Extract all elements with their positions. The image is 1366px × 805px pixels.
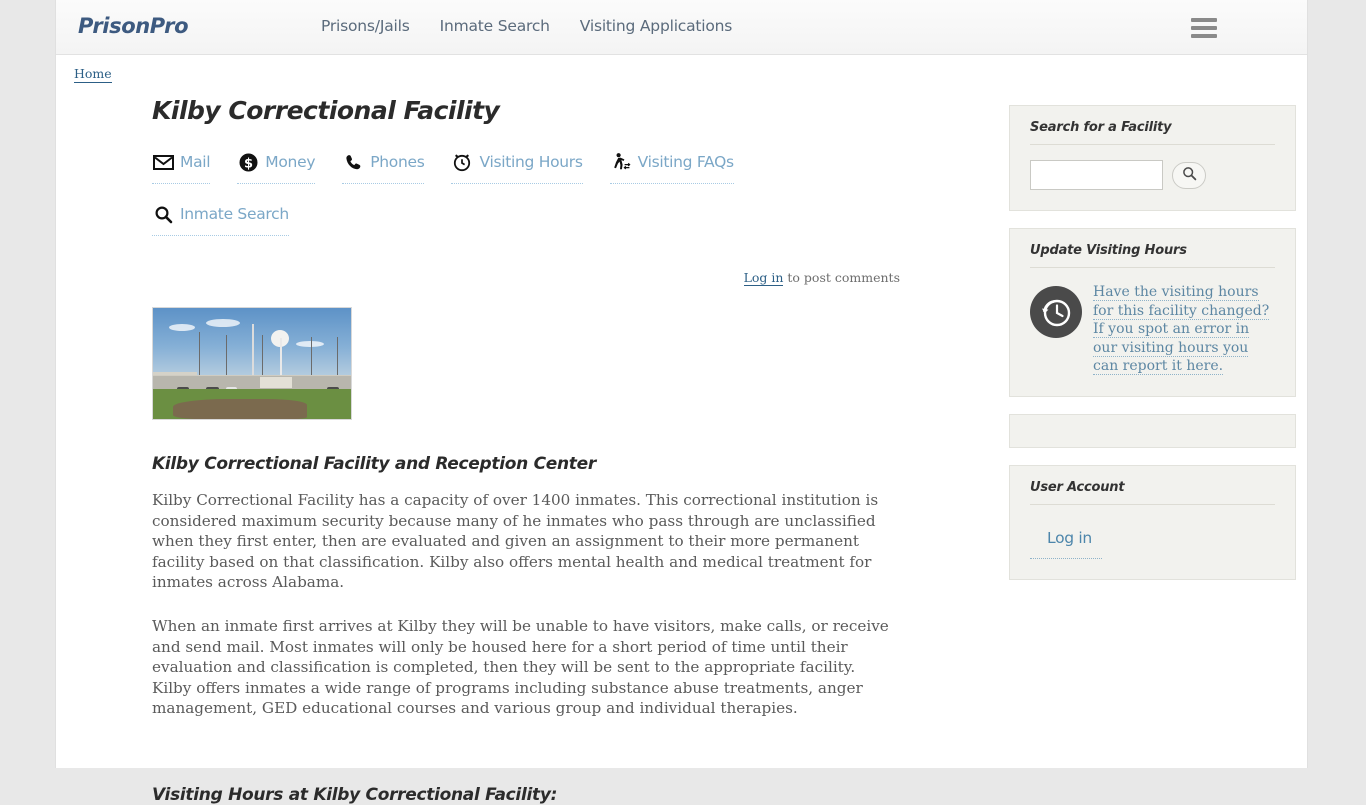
sidebar-block-empty bbox=[1009, 413, 1296, 448]
alarm-clock-icon bbox=[451, 152, 473, 172]
search-facility-title: Search for a Facility bbox=[1030, 120, 1275, 145]
dollar-circle-icon: $ bbox=[237, 152, 259, 172]
photo-cloud bbox=[168, 323, 195, 331]
quick-link-money-label: Money bbox=[265, 153, 316, 171]
search-facility-row bbox=[1030, 160, 1275, 190]
post-comments-line: Log in to post comments bbox=[152, 270, 900, 286]
sidebar-block-update-visiting-hours: Update Visiting Hours Have the visiting … bbox=[1009, 228, 1296, 397]
nav-item-inmate-search[interactable]: Inmate Search bbox=[440, 17, 550, 35]
update-visiting-hours-title: Update Visiting Hours bbox=[1030, 243, 1275, 268]
quick-link-money[interactable]: $ Money bbox=[237, 152, 315, 184]
main-column: Kilby Correctional Facility Mail $ Money bbox=[152, 96, 912, 805]
breadcrumb: Home bbox=[74, 66, 112, 83]
quick-link-visiting-hours[interactable]: Visiting Hours bbox=[451, 152, 583, 184]
quick-link-mail-label: Mail bbox=[180, 153, 211, 171]
site-header: PrisonPro Prisons/Jails Inmate Search Vi… bbox=[56, 0, 1307, 55]
page-container: PrisonPro Prisons/Jails Inmate Search Vi… bbox=[55, 0, 1308, 805]
update-visiting-hours-link-label: Have the visiting hours for this facilit… bbox=[1093, 284, 1270, 375]
update-visiting-hours-row: Have the visiting hours for this facilit… bbox=[1030, 283, 1275, 376]
update-visiting-hours-link[interactable]: Have the visiting hours for this facilit… bbox=[1093, 283, 1275, 376]
phone-icon bbox=[342, 152, 364, 172]
body-paragraph: When an inmate first arrives at Kilby th… bbox=[152, 616, 889, 718]
nav-item-visiting-applications[interactable]: Visiting Applications bbox=[580, 17, 733, 35]
svg-text:$: $ bbox=[244, 156, 253, 171]
search-input[interactable] bbox=[1030, 160, 1163, 190]
magnifier-icon bbox=[152, 204, 174, 224]
hamburger-bar bbox=[1191, 26, 1217, 30]
clock-refresh-icon bbox=[1030, 286, 1082, 338]
quick-link-mail[interactable]: Mail bbox=[152, 152, 211, 184]
main-navigation: Prisons/Jails Inmate Search Visiting App… bbox=[321, 17, 732, 35]
site-logo[interactable]: PrisonPro bbox=[78, 14, 189, 38]
magnifier-icon bbox=[1182, 166, 1197, 184]
breadcrumb-home-label: Home bbox=[74, 66, 112, 83]
photo-water-tower-pole bbox=[279, 337, 282, 378]
sidebar-log-in-underline bbox=[1030, 557, 1102, 559]
user-account-title: User Account bbox=[1030, 480, 1275, 505]
quick-link-visiting-faqs[interactable]: Visiting FAQs bbox=[609, 152, 734, 184]
breadcrumb-item-home[interactable]: Home bbox=[74, 66, 112, 83]
quick-link-inmate-search[interactable]: Inmate Search bbox=[152, 204, 289, 236]
envelope-icon bbox=[152, 152, 174, 172]
body-paragraph: Kilby Correctional Facility has a capaci… bbox=[152, 491, 879, 592]
log-in-link[interactable]: Log in bbox=[743, 270, 784, 286]
quick-link-inmate-search-label: Inmate Search bbox=[180, 205, 289, 223]
quick-link-phones[interactable]: Phones bbox=[342, 152, 425, 184]
visitor-walking-icon bbox=[610, 152, 632, 172]
photo-dirt-field bbox=[172, 399, 308, 419]
quick-link-visiting-hours-label: Visiting Hours bbox=[479, 153, 583, 171]
hamburger-icon[interactable] bbox=[1191, 16, 1217, 38]
visiting-hours-heading: Visiting Hours at Kilby Correctional Fac… bbox=[152, 784, 558, 805]
page-title: Kilby Correctional Facility bbox=[152, 96, 500, 125]
photo-building bbox=[259, 376, 292, 388]
section-sub-heading: Kilby Correctional Facility and Receptio… bbox=[152, 454, 596, 474]
photo-light-pole bbox=[311, 336, 313, 380]
facility-photo bbox=[152, 307, 352, 420]
photo-light-pole bbox=[252, 323, 254, 375]
sidebar-block-search-facility: Search for a Facility bbox=[1009, 105, 1296, 211]
search-button[interactable] bbox=[1172, 161, 1206, 189]
hamburger-bar bbox=[1191, 34, 1217, 38]
photo-light-pole bbox=[261, 334, 263, 380]
post-comments-text: to post comments bbox=[783, 270, 900, 285]
photo-light-pole bbox=[198, 332, 200, 380]
nav-item-prisons-jails[interactable]: Prisons/Jails bbox=[321, 17, 410, 35]
photo-light-pole bbox=[226, 334, 228, 380]
quick-link-phones-label: Phones bbox=[370, 153, 425, 171]
photo-light-pole bbox=[337, 336, 339, 380]
sidebar-log-in-link[interactable]: Log in bbox=[1047, 529, 1092, 547]
facility-quick-links: Mail $ Money Phones Visiting Hours Visit… bbox=[152, 152, 812, 256]
sidebar: Search for a Facility Update Visiting Ho… bbox=[1009, 105, 1296, 597]
sidebar-block-user-account: User Account Log in bbox=[1009, 464, 1296, 580]
quick-link-visiting-faqs-label: Visiting FAQs bbox=[637, 153, 734, 171]
hamburger-bar bbox=[1191, 18, 1217, 22]
quick-links-row-two: Inmate Search bbox=[152, 204, 812, 256]
